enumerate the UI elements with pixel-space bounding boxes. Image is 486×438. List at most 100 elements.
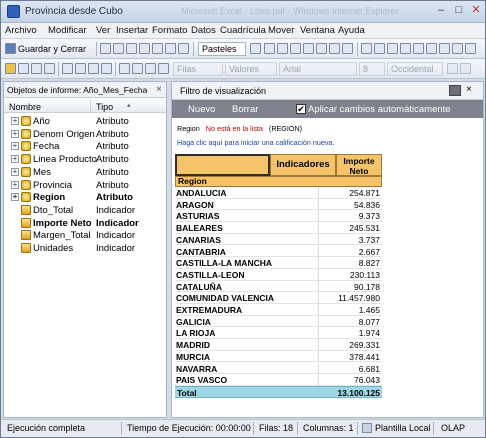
- table-row[interactable]: ARAGON 54.836: [175, 198, 382, 211]
- new-filter-button[interactable]: Nuevo: [188, 104, 215, 115]
- design-icon[interactable]: [88, 63, 99, 74]
- collapse-icon[interactable]: [449, 85, 461, 96]
- percent-icon[interactable]: [303, 43, 314, 54]
- threshold-icon[interactable]: [316, 43, 327, 54]
- forward-icon[interactable]: [31, 63, 42, 74]
- auto-apply-checkbox[interactable]: ✔: [296, 104, 306, 114]
- export-icon[interactable]: [101, 63, 112, 74]
- table-row[interactable]: ASTURIAS 9.373: [175, 210, 382, 223]
- table-row[interactable]: LA RIOJA 1.974: [175, 327, 382, 340]
- expand-icon[interactable]: +: [11, 193, 19, 202]
- object-row-region[interactable]: + Region Atributo: [4, 191, 166, 204]
- menu-formato[interactable]: Formato: [152, 25, 187, 36]
- menu-datos[interactable]: Datos: [191, 25, 216, 36]
- filter-value[interactable]: (REGION): [269, 124, 302, 133]
- table-row[interactable]: BALEARES 245.531: [175, 222, 382, 234]
- close-icon[interactable]: ×: [156, 84, 162, 95]
- zoom-icon[interactable]: [452, 43, 463, 54]
- values-combo[interactable]: Valores: [225, 62, 277, 76]
- table-row[interactable]: CATALUÑA 90.178: [175, 280, 382, 293]
- menu-ventana[interactable]: Ventana: [300, 25, 335, 36]
- table-row[interactable]: PAIS VASCO 76.043: [175, 374, 382, 386]
- rows-combo[interactable]: Filas: [173, 62, 223, 76]
- align-left-icon[interactable]: [361, 43, 372, 54]
- expand-icon[interactable]: +: [11, 180, 19, 189]
- refresh-icon[interactable]: [44, 63, 55, 74]
- total-row[interactable]: Total 13.100.125: [175, 385, 382, 398]
- bold-icon[interactable]: [447, 63, 458, 74]
- object-row-margen-total[interactable]: Margen_Total Indicador: [4, 229, 166, 242]
- filter-icon[interactable]: [178, 43, 189, 54]
- close-window-button[interactable]: ✕: [467, 3, 485, 19]
- align-right-icon[interactable]: [387, 43, 398, 54]
- column-header-name[interactable]: Nombre: [9, 102, 41, 112]
- grid-lines-icon[interactable]: [439, 43, 450, 54]
- menu-mover[interactable]: Mover: [268, 25, 294, 36]
- filter-field[interactable]: Region: [177, 124, 200, 133]
- autostyle-icon[interactable]: [250, 43, 261, 54]
- email-icon[interactable]: [132, 63, 143, 74]
- menu-ver[interactable]: Ver: [96, 25, 110, 36]
- object-row-unidades[interactable]: Unidades Indicador: [4, 242, 166, 255]
- merge-icon[interactable]: [400, 43, 411, 54]
- font-combo[interactable]: Arial: [279, 62, 357, 76]
- table-row[interactable]: CASTILLA-LEON 230.113: [175, 268, 382, 281]
- italic-icon[interactable]: [460, 63, 471, 74]
- table-row[interactable]: CASTILLA-LA MANCHA 8.827: [175, 257, 382, 269]
- rank-icon[interactable]: [329, 43, 340, 54]
- table-row[interactable]: GALICIA 8.077: [175, 315, 382, 328]
- table-row[interactable]: NAVARRA 6.681: [175, 362, 382, 375]
- align-center-icon[interactable]: [374, 43, 385, 54]
- object-row-importe-neto[interactable]: Importe Neto Indicador: [4, 217, 166, 230]
- filter-condition[interactable]: Region No está en la lista (REGION): [177, 124, 302, 133]
- importe-neto-header[interactable]: Importe Neto: [336, 154, 382, 176]
- close-icon[interactable]: ×: [466, 84, 472, 95]
- menu-ayuda[interactable]: Ayuda: [338, 25, 365, 36]
- table-row[interactable]: MURCIA 378.441: [175, 350, 382, 363]
- copy-icon[interactable]: [126, 43, 137, 54]
- save-and-close-button[interactable]: Guardar y Cerrar: [18, 44, 86, 54]
- expand-icon[interactable]: +: [11, 167, 19, 176]
- border-icon[interactable]: [413, 43, 424, 54]
- subtotals-icon[interactable]: [277, 43, 288, 54]
- fill-icon[interactable]: [426, 43, 437, 54]
- expand-icon[interactable]: +: [11, 117, 19, 125]
- options-icon[interactable]: [465, 43, 476, 54]
- schedule-icon[interactable]: [145, 63, 156, 74]
- object-row-mes[interactable]: + Mes Atributo: [4, 166, 166, 179]
- chart-type-icon[interactable]: [264, 43, 275, 54]
- table-row[interactable]: CANTABRIA 2.667: [175, 245, 382, 258]
- swap-icon[interactable]: [342, 43, 353, 54]
- object-row-fecha[interactable]: + Fecha Atributo: [4, 140, 166, 153]
- object-row-linea-producto[interactable]: + Linea Producto Atributo: [4, 153, 166, 166]
- table-row[interactable]: ANDALUCIA 254.871: [175, 187, 382, 199]
- object-row-denom-origen[interactable]: + Denom Origen Atributo: [4, 128, 166, 141]
- menu-cuadricula[interactable]: Cuadrícula: [220, 25, 266, 36]
- object-row-dto-total[interactable]: Dto_Total Indicador: [4, 204, 166, 217]
- expand-icon[interactable]: +: [11, 129, 19, 138]
- expand-icon[interactable]: +: [11, 155, 19, 164]
- graph-view-icon[interactable]: [113, 43, 124, 54]
- region-header[interactable]: Region: [175, 176, 382, 187]
- menu-insertar[interactable]: Insertar: [116, 25, 148, 36]
- new-qualification-link[interactable]: Haga clic aquí para iniciar una califica…: [177, 138, 334, 147]
- expand-icon[interactable]: +: [11, 142, 19, 151]
- object-row-anio[interactable]: + Año Atributo: [4, 115, 166, 128]
- clear-filter-button[interactable]: Borrar: [232, 104, 258, 115]
- sql-view-icon[interactable]: [139, 43, 150, 54]
- grid-view-icon[interactable]: [100, 43, 111, 54]
- font-size-combo[interactable]: 8: [359, 62, 385, 76]
- history-icon[interactable]: [158, 63, 169, 74]
- pivot-icon[interactable]: [152, 43, 163, 54]
- back-icon[interactable]: [18, 63, 29, 74]
- style-combo[interactable]: Pasteles: [198, 42, 246, 56]
- maximize-button[interactable]: □: [451, 3, 467, 19]
- metrics-header[interactable]: Indicadores: [270, 154, 336, 176]
- column-header-type[interactable]: Tipo: [96, 102, 113, 112]
- minimize-button[interactable]: –: [433, 3, 449, 19]
- table-row[interactable]: COMUNIDAD VALENCIA 11.457.980: [175, 292, 382, 304]
- menu-archivo[interactable]: Archivo: [5, 25, 37, 36]
- grid-corner-cell[interactable]: [175, 154, 270, 176]
- wizard-icon[interactable]: [5, 63, 16, 74]
- table-row[interactable]: EXTREMADURA 1.465: [175, 304, 382, 316]
